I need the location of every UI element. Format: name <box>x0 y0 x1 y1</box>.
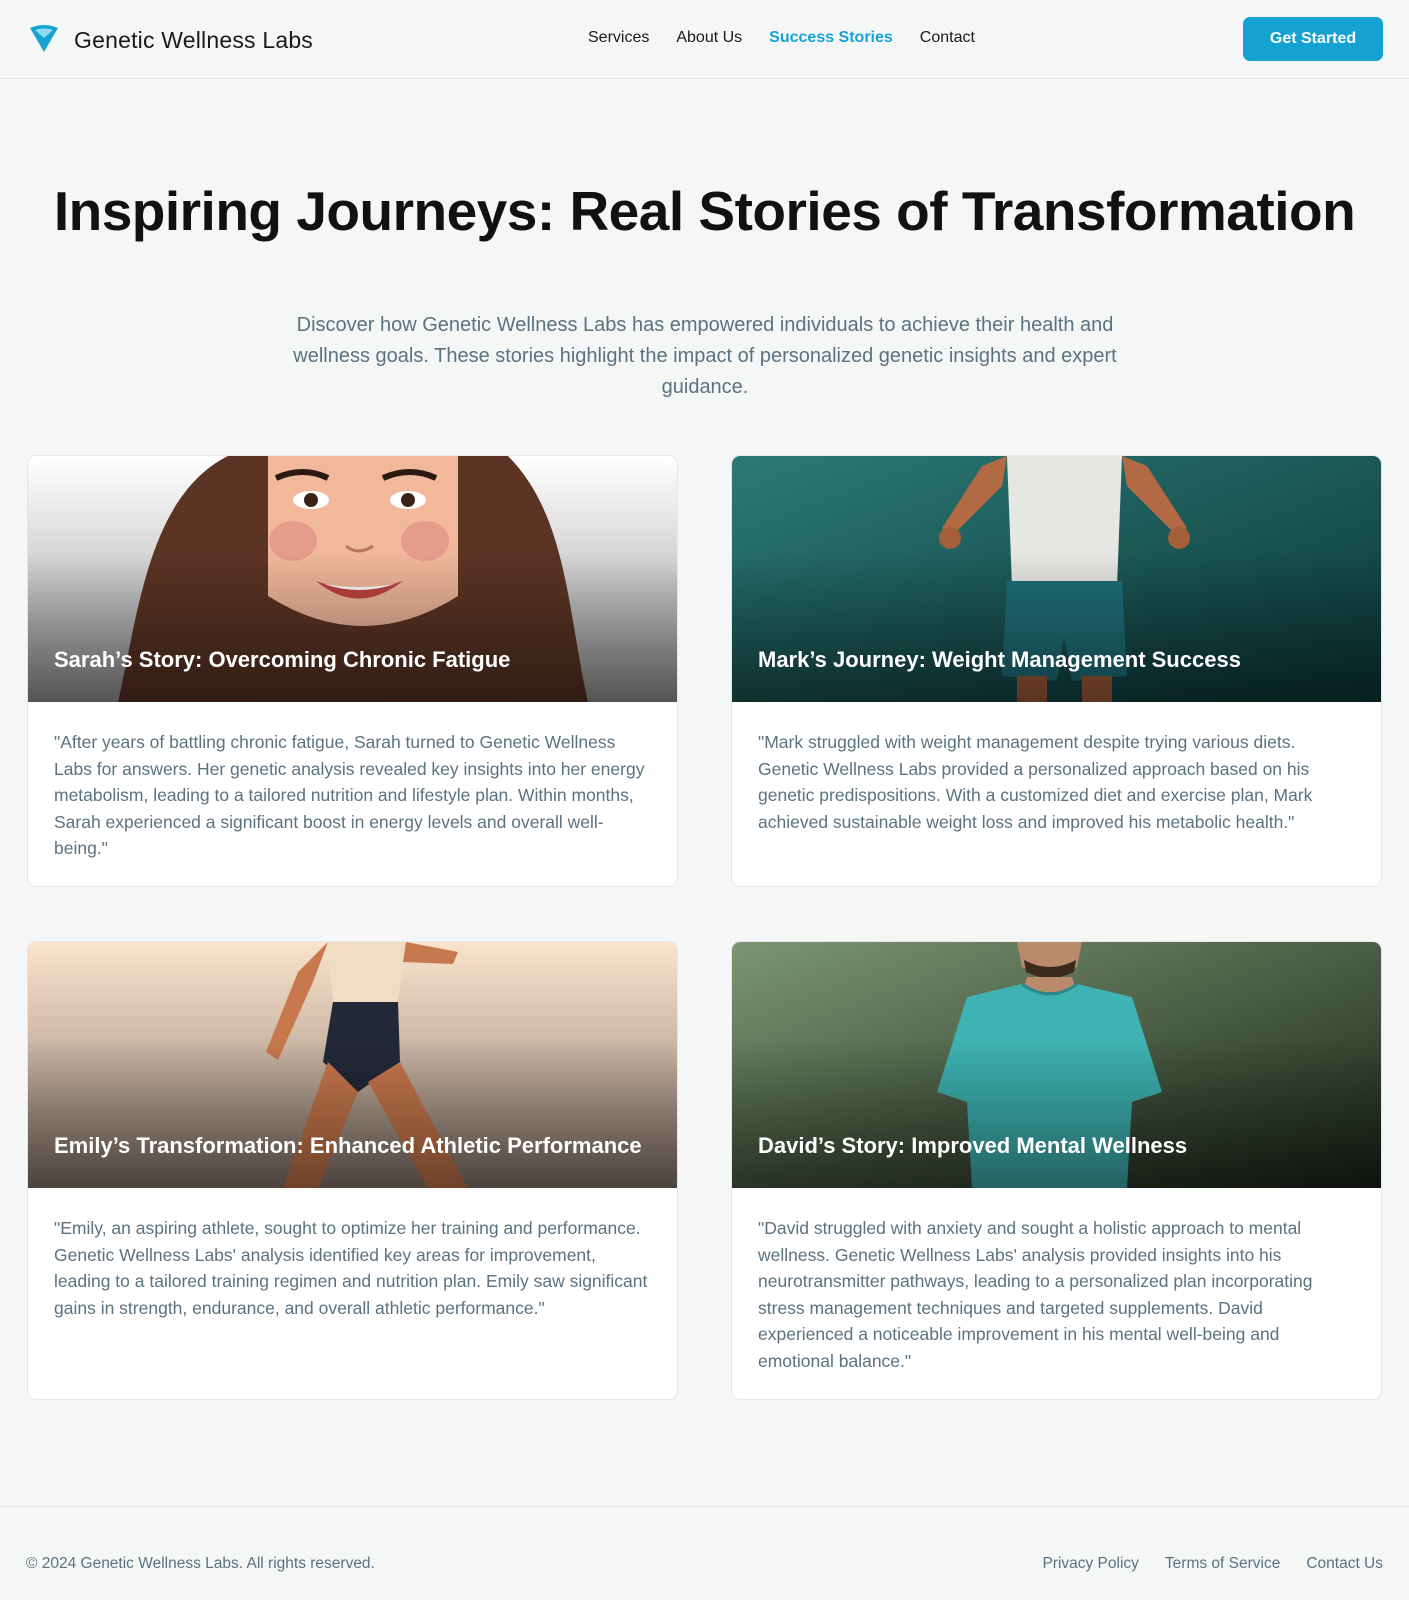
story-quote: "David struggled with anxiety and sought… <box>758 1218 1313 1371</box>
page-subtitle: Discover how Genetic Wellness Labs has e… <box>293 314 1117 398</box>
story-quote: "Mark struggled with weight management d… <box>758 732 1313 832</box>
story-card[interactable]: Mark’s Journey: Weight Management Succes… <box>731 455 1382 887</box>
story-card[interactable]: Sarah’s Story: Overcoming Chronic Fatigu… <box>27 455 678 887</box>
story-quote: "Emily, an aspiring athlete, sought to o… <box>54 1218 648 1318</box>
story-image-mark: Mark’s Journey: Weight Management Succes… <box>732 456 1381 702</box>
story-title: Emily’s Transformation: Enhanced Athleti… <box>54 1133 642 1158</box>
main-nav: Services About Us Success Stories Contac… <box>588 29 1002 47</box>
site-header: Genetic Wellness Labs Services About Us … <box>0 0 1409 79</box>
footer-link-contact-us[interactable]: Contact Us <box>1306 1555 1383 1573</box>
story-quote: "After years of battling chronic fatigue… <box>54 732 645 858</box>
story-card[interactable]: David’s Story: Improved Mental Wellness … <box>731 941 1382 1400</box>
story-title: Sarah’s Story: Overcoming Chronic Fatigu… <box>54 647 511 672</box>
copyright: © 2024 Genetic Wellness Labs. All rights… <box>26 1555 375 1572</box>
brand-name: Genetic Wellness Labs <box>74 27 314 53</box>
story-title: Mark’s Journey: Weight Management Succes… <box>758 647 1241 672</box>
nav-success-stories[interactable]: Success Stories <box>769 29 893 47</box>
get-started-button[interactable]: Get Started <box>1243 17 1383 61</box>
brand[interactable]: Genetic Wellness Labs <box>28 22 313 59</box>
story-image-david: David’s Story: Improved Mental Wellness <box>732 942 1381 1188</box>
site-footer: © 2024 Genetic Wellness Labs. All rights… <box>0 1506 1409 1600</box>
nav-services[interactable]: Services <box>588 29 649 47</box>
story-image-emily: Emily’s Transformation: Enhanced Athleti… <box>28 942 677 1188</box>
story-card[interactable]: Emily’s Transformation: Enhanced Athleti… <box>27 941 678 1400</box>
footer-link-privacy-policy[interactable]: Privacy Policy <box>1042 1555 1138 1573</box>
story-image-sarah: Sarah’s Story: Overcoming Chronic Fatigu… <box>28 456 677 702</box>
story-title: David’s Story: Improved Mental Wellness <box>758 1133 1188 1158</box>
nav-about-us[interactable]: About Us <box>676 29 742 47</box>
footer-link-terms-of-service[interactable]: Terms of Service <box>1165 1555 1280 1573</box>
logo-icon <box>28 22 60 59</box>
nav-contact[interactable]: Contact <box>920 29 975 47</box>
page-title: Inspiring Journeys: Real Stories of Tran… <box>53 180 1356 242</box>
footer-links: Privacy Policy Terms of Service Contact … <box>1042 1555 1383 1573</box>
